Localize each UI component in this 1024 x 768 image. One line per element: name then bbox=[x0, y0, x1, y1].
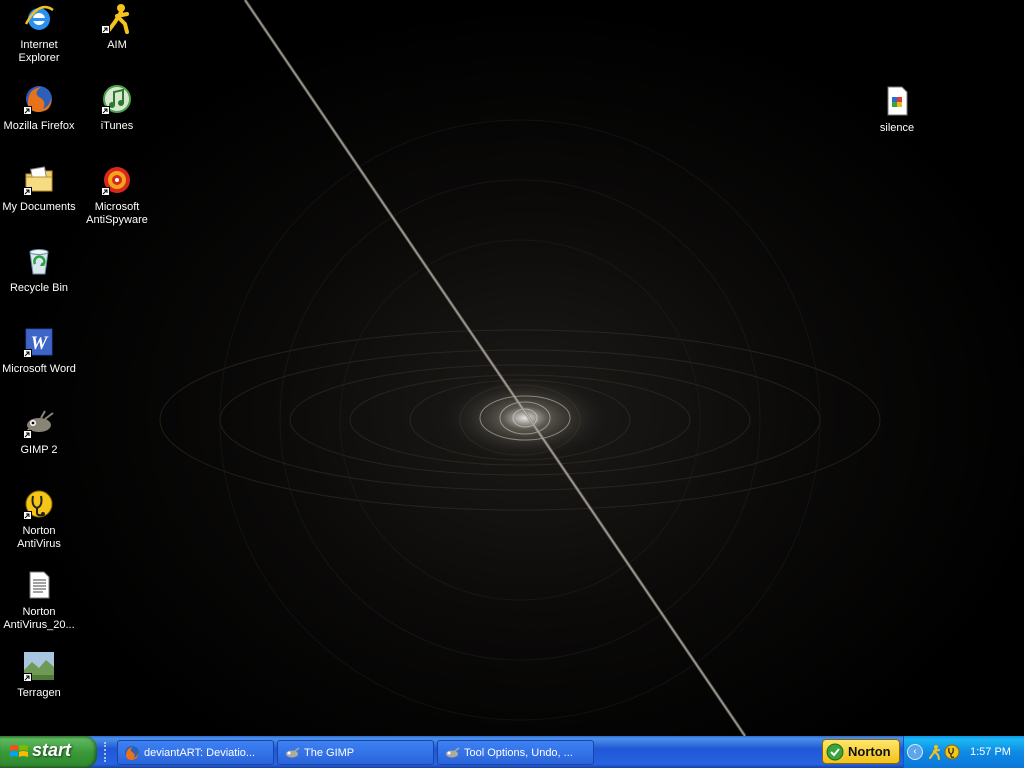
desktop-icon-recycle-bin[interactable]: Recycle Bin bbox=[0, 245, 78, 295]
desktop-icon-norton-antivirus[interactable]: Norton AntiVirus bbox=[0, 488, 78, 551]
text-file-icon bbox=[29, 571, 50, 599]
desktop-icon-label: Microsoft Word bbox=[2, 363, 76, 375]
task-button-tool-options[interactable]: Tool Options, Undo, ... bbox=[437, 740, 594, 765]
shortcut-arrow-icon bbox=[101, 187, 110, 196]
shortcut-arrow-icon bbox=[23, 106, 32, 115]
shortcut-arrow-icon bbox=[23, 349, 32, 358]
desktop-icon-label: silence bbox=[879, 122, 915, 134]
shortcut-arrow-icon bbox=[23, 187, 32, 196]
desktop-icon-internet-explorer[interactable]: Internet Explorer bbox=[0, 2, 78, 65]
norton-tray-icon[interactable] bbox=[944, 744, 960, 760]
desktop-icon-itunes[interactable]: iTunes bbox=[78, 83, 156, 133]
task-button-the-gimp[interactable]: The GIMP bbox=[277, 740, 434, 765]
desktop-icon-label: Recycle Bin bbox=[9, 282, 69, 294]
desktop-icon-label: Mozilla Firefox bbox=[3, 120, 75, 132]
windows-flag-icon bbox=[10, 745, 28, 757]
system-tray: ‹ 1:57 PM bbox=[903, 736, 1024, 768]
desktop-icon-label: AIM bbox=[107, 39, 127, 51]
taskbar-grip[interactable] bbox=[104, 742, 110, 762]
desktop-icon-label: GIMP 2 bbox=[20, 444, 58, 456]
task-button-label: deviantART: Deviatio... bbox=[144, 747, 256, 759]
aim-tray-icon[interactable] bbox=[926, 744, 942, 760]
task-button-label: Tool Options, Undo, ... bbox=[464, 747, 573, 759]
desktop-icon-norton-antivirus-file[interactable]: Norton AntiVirus_20... bbox=[0, 569, 78, 632]
desktop-icon-label: iTunes bbox=[100, 120, 134, 132]
gimp-icon bbox=[446, 747, 460, 758]
desktop-icon-label: Terragen bbox=[17, 687, 61, 699]
shortcut-arrow-icon bbox=[101, 25, 110, 34]
firefox-icon bbox=[125, 746, 139, 760]
desktop-icon-label: Norton AntiVirus_20... bbox=[3, 606, 75, 631]
desktop-icon-gimp-2[interactable]: GIMP 2 bbox=[0, 407, 78, 457]
recycle-bin-icon bbox=[29, 249, 49, 275]
shortcut-arrow-icon bbox=[23, 673, 32, 682]
task-button-label: The GIMP bbox=[304, 747, 355, 759]
shortcut-arrow-icon bbox=[23, 511, 32, 520]
desktop-icon-terragen[interactable]: Terragen bbox=[0, 650, 78, 700]
start-label: start bbox=[32, 740, 72, 760]
gimp-icon bbox=[286, 747, 300, 758]
image-file-icon bbox=[887, 86, 908, 116]
desktop[interactable]: Internet Explorer AIM Mozilla Firefox iT… bbox=[0, 0, 1024, 736]
shortcut-arrow-icon bbox=[23, 430, 32, 439]
desktop-icon-aim[interactable]: AIM bbox=[78, 2, 156, 52]
desktop-icon-my-documents[interactable]: My Documents bbox=[0, 164, 78, 214]
task-button-deviantart[interactable]: deviantART: Deviatio... bbox=[117, 740, 274, 765]
show-hidden-icons-button[interactable]: ‹ bbox=[907, 744, 923, 760]
desktop-icon-silence[interactable]: silence bbox=[858, 85, 936, 135]
clock[interactable]: 1:57 PM bbox=[970, 746, 1011, 758]
start-button[interactable]: start bbox=[0, 736, 97, 768]
svg-text:W: W bbox=[31, 333, 49, 354]
desktop-icon-mozilla-firefox[interactable]: Mozilla Firefox bbox=[0, 83, 78, 133]
desktop-icon-microsoft-antispyware[interactable]: Microsoft AntiSpyware bbox=[78, 164, 156, 227]
taskbar: start deviantART: Deviatio... The GIMP T… bbox=[0, 736, 1024, 768]
desktop-icon-label: My Documents bbox=[2, 201, 76, 213]
norton-label: Norton bbox=[848, 744, 891, 759]
internet-explorer-icon bbox=[24, 5, 54, 30]
desktop-icon-label: Microsoft AntiSpyware bbox=[86, 201, 148, 226]
norton-toolbar-badge[interactable]: Norton bbox=[822, 739, 900, 764]
norton-check-icon bbox=[826, 743, 844, 761]
shortcut-arrow-icon bbox=[101, 106, 110, 115]
desktop-icon-label: Internet Explorer bbox=[18, 39, 60, 64]
desktop-icon-label: Norton AntiVirus bbox=[17, 525, 61, 550]
desktop-icon-microsoft-word[interactable]: W Microsoft Word bbox=[0, 326, 78, 376]
